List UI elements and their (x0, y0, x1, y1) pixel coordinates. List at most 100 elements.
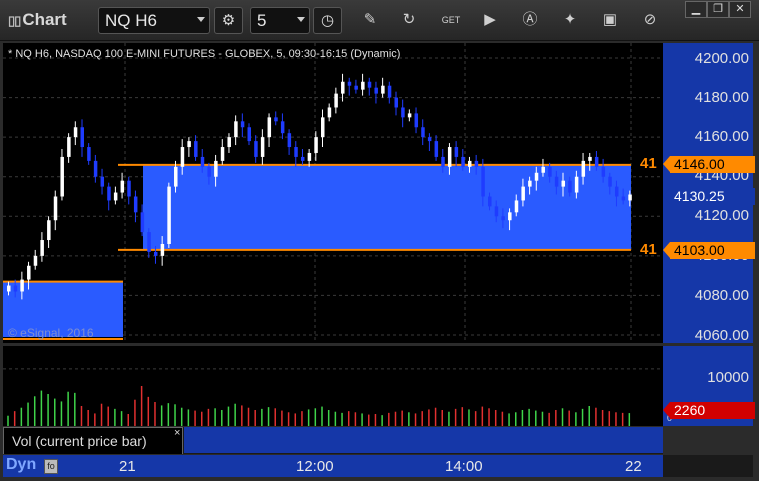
candle-body (314, 137, 318, 153)
close-button[interactable]: ✕ (729, 1, 751, 18)
candle-body (87, 147, 91, 161)
candle-body (387, 85, 392, 98)
candle-body (481, 166, 485, 197)
minimize-button[interactable]: ▁ (685, 1, 707, 18)
copyright-text: © eSignal, 2016 (8, 326, 94, 340)
candle-body (467, 160, 472, 167)
gear-clock-icon: ⚙ (221, 12, 236, 29)
chevron-down-icon[interactable] (197, 17, 205, 22)
candle-body (608, 176, 612, 187)
candle-body (73, 127, 78, 138)
candle-body (7, 285, 11, 292)
symbol-settings-button[interactable]: ⚙ (214, 7, 243, 34)
candle-body (187, 141, 191, 148)
volume-study-tab[interactable]: Vol (current price bar) × (3, 427, 183, 454)
interval-input[interactable]: 5 (250, 7, 310, 34)
time-tick: 14:00 (445, 458, 483, 475)
candle-body (13, 285, 18, 292)
candle-body (147, 232, 151, 252)
candle-body (227, 137, 231, 148)
candle-body (534, 172, 539, 181)
candle-body (354, 85, 358, 90)
settings-wrench-icon[interactable]: ✦ (560, 10, 580, 30)
candle-body (528, 180, 532, 187)
lock-icon[interactable]: fo (44, 459, 58, 474)
candle-body (20, 279, 24, 292)
window-title-label: Chart (22, 10, 67, 29)
lower-level-label: 4103.00 (670, 242, 755, 259)
candle-body (568, 180, 572, 193)
refresh-icon[interactable]: ↻ (399, 10, 419, 30)
y-tick: 4060.00 (694, 327, 749, 344)
dynamic-mode-label[interactable]: Dyn (6, 456, 36, 474)
candle-body (601, 166, 606, 177)
candle-body (441, 156, 445, 167)
candle-body (240, 121, 245, 128)
attach-icon[interactable]: ⊘ (640, 10, 660, 30)
candle-body (180, 147, 185, 167)
candle-body (434, 141, 439, 157)
volume-last-arrow (663, 402, 670, 418)
candle-body (60, 156, 64, 197)
candle-body (621, 196, 626, 201)
candle-body (27, 265, 31, 280)
last-price-arrow (663, 188, 670, 204)
get-icon[interactable]: GET (441, 10, 461, 30)
candle-body (394, 97, 398, 108)
candle-body (548, 166, 552, 177)
candle-body (80, 127, 84, 148)
window-title: ▯▯ Chart (8, 10, 67, 30)
candle-body (407, 113, 412, 118)
interval-value: 5 (257, 11, 267, 30)
screenshot-icon[interactable]: ▣ (600, 10, 620, 30)
study-tab-row: Vol (current price bar) × (3, 427, 663, 454)
candle-body (628, 194, 632, 201)
candle-body (133, 196, 138, 213)
play-icon[interactable]: ▶ (480, 10, 500, 30)
interval-button[interactable]: ◷ (313, 7, 342, 34)
symbol-input[interactable]: NQ H6 (98, 7, 210, 34)
candle-body (334, 93, 338, 108)
y-tick: 4080.00 (694, 287, 749, 304)
volume-y-tick: 10000 (707, 369, 749, 386)
candle-body (53, 196, 58, 221)
upper-level-arrow (663, 156, 670, 172)
close-icon[interactable]: × (174, 427, 180, 439)
candle-body (260, 137, 265, 157)
candle-body (381, 85, 385, 94)
candle-body (374, 87, 378, 94)
time-tick: 21 (119, 458, 136, 475)
volume-chart-svg (3, 368, 663, 426)
last-price-label: 4130.25 (670, 188, 755, 205)
candle-body (294, 147, 298, 157)
candle-body (194, 141, 198, 157)
volume-last-label: 2260 (670, 402, 755, 419)
toolbar: ▯▯ Chart NQ H6 ⚙ 5 ◷ ✎ ↻ GET ▶ Ⓐ ✦ ▣ ⊘ ▁ … (0, 0, 759, 41)
volume-pane[interactable] (3, 346, 663, 426)
candle-body (488, 196, 492, 207)
symbol-value: NQ H6 (105, 11, 157, 30)
candle-body (254, 141, 258, 157)
y-tick: 4200.00 (694, 50, 749, 67)
candle-body (447, 147, 452, 167)
candle-body (93, 160, 98, 177)
candle-body (234, 121, 238, 138)
chevron-down-icon[interactable] (297, 17, 305, 22)
candle-body (561, 180, 566, 187)
candle-body (160, 243, 165, 256)
candle-body (100, 176, 105, 187)
candle-body (508, 212, 512, 221)
candle-body (267, 117, 272, 138)
y-tick: 4120.00 (694, 207, 749, 224)
candle-body (401, 107, 405, 118)
candle-body (554, 176, 559, 187)
price-chart-pane[interactable] (3, 43, 663, 343)
candle-body (514, 200, 519, 213)
lower-level-arrow (663, 242, 670, 258)
pencil-icon[interactable]: ✎ (360, 10, 380, 30)
alert-icon[interactable]: Ⓐ (520, 10, 540, 30)
chart-window-icon: ▯▯ (8, 13, 21, 28)
restore-button[interactable]: ❐ (707, 1, 729, 18)
candle-body (274, 117, 278, 122)
candle-body (574, 176, 579, 193)
